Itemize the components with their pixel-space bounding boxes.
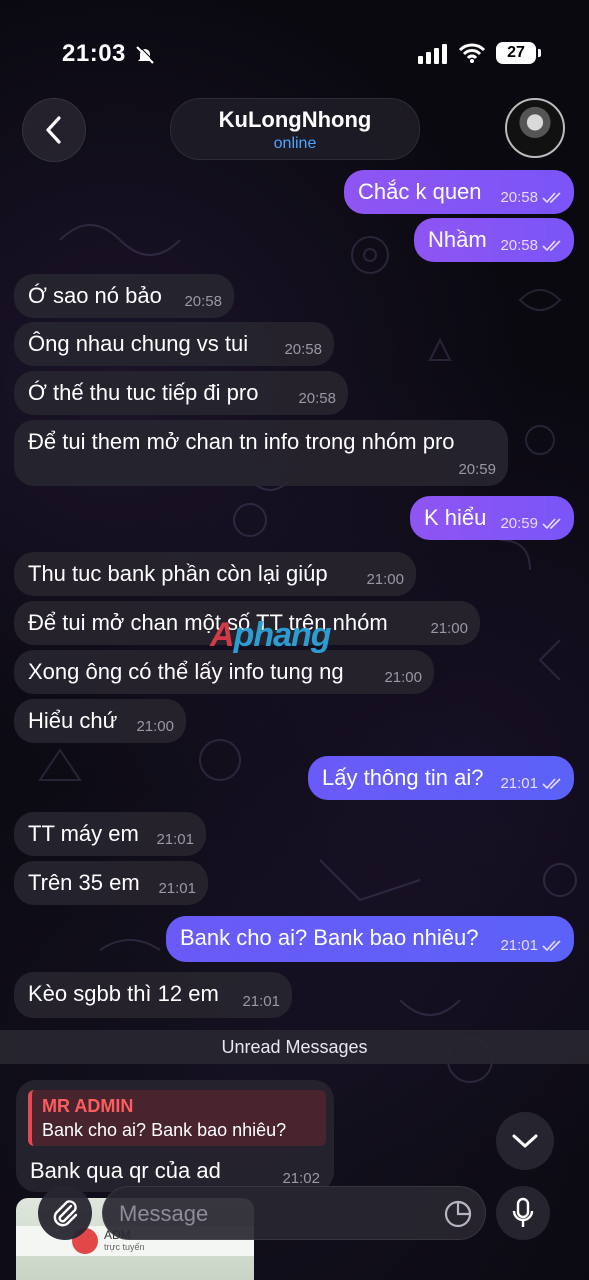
message-time: 21:02 [282, 1170, 320, 1187]
paperclip-icon [53, 1200, 78, 1227]
message-text: Bank qua qr của ad [30, 1158, 221, 1183]
message-time: 21:00 [384, 669, 422, 686]
double-check-icon [542, 778, 561, 790]
double-check-icon [542, 940, 561, 952]
message-text: Ớ sao nó bảo [28, 283, 162, 308]
message-bubble[interactable]: Lấy thông tin ai? 21:01 [308, 756, 574, 800]
microphone-icon [512, 1197, 534, 1227]
signal-icon [418, 44, 447, 64]
preview-status: trực tuyến [104, 1242, 145, 1252]
message-bubble[interactable]: Kèo sgbb thì 12 em 21:01 [14, 972, 292, 1018]
message-time: 21:01 [242, 993, 280, 1010]
message-bubble[interactable]: K hiểu 20:59 [410, 496, 574, 540]
message-bubble[interactable]: Ớ thế thu tuc tiếp đi pro 20:58 [14, 371, 348, 415]
microphone-button[interactable] [496, 1186, 550, 1240]
message-bubble[interactable]: TT máy em 21:01 [14, 812, 206, 856]
message-time: 20:58 [298, 390, 336, 407]
contact-presence: online [273, 135, 317, 152]
message-time: 20:58 [500, 189, 538, 206]
message-bubble[interactable]: Ông nhau chung vs tui 20:58 [14, 322, 334, 366]
message-time: 20:59 [458, 461, 496, 478]
message-text: Lấy thông tin ai? [322, 765, 484, 790]
quote-text: Bank cho ai? Bank bao nhiêu? [42, 1120, 287, 1140]
message-time: 20:59 [500, 515, 538, 532]
message-bubble[interactable]: Ớ sao nó bảo 20:58 [14, 274, 234, 318]
attach-button[interactable] [38, 1186, 92, 1240]
message-text: Chắc k quen [358, 179, 482, 204]
status-bar: 21:03 27 [0, 0, 589, 100]
message-text: Hiểu chứ [28, 708, 118, 733]
message-text: Thu tuc bank phần còn lại giúp [28, 561, 328, 586]
message-bubble[interactable]: Để tui them mở chan tn info trong nhóm p… [14, 420, 508, 486]
message-bubble[interactable]: Nhầm 20:58 [414, 218, 574, 262]
chevron-down-icon [512, 1134, 538, 1148]
contact-name: KuLongNhong [218, 107, 372, 132]
quoted-message[interactable]: MR ADMIN Bank cho ai? Bank bao nhiêu? [28, 1090, 326, 1146]
scroll-down-button[interactable] [496, 1112, 554, 1170]
quote-author: MR ADMIN [42, 1096, 134, 1116]
sticker-icon[interactable] [443, 1199, 473, 1229]
avatar[interactable] [505, 98, 565, 158]
message-bubble[interactable]: Trên 35 em 21:01 [14, 861, 208, 905]
message-time: 21:01 [500, 937, 538, 954]
double-check-icon [542, 192, 561, 204]
message-bubble[interactable]: Thu tuc bank phần còn lại giúp 21:00 [14, 552, 416, 596]
unread-divider: Unread Messages [0, 1030, 589, 1064]
chat-title[interactable]: KuLongNhong online [170, 98, 420, 160]
message-text: K hiểu [424, 505, 487, 530]
status-time: 21:03 [62, 40, 126, 67]
battery-indicator: 27 [496, 42, 541, 64]
double-check-icon [542, 518, 561, 530]
message-text: Để tui them mở chan tn info trong nhóm p… [28, 429, 455, 454]
wifi-icon [458, 43, 486, 63]
watermark-logo: Aphang [210, 616, 332, 654]
message-bubble[interactable]: Chắc k quen 20:58 [344, 170, 574, 214]
message-input[interactable] [117, 1195, 421, 1233]
message-text: Bank cho ai? Bank bao nhiêu? [180, 925, 479, 950]
message-time: 21:00 [136, 718, 174, 735]
message-time: 20:58 [184, 293, 222, 310]
message-time: 21:00 [430, 620, 468, 637]
bell-muted-icon [136, 45, 155, 64]
message-bubble[interactable]: Hiểu chứ 21:00 [14, 699, 186, 743]
back-button[interactable] [22, 98, 86, 162]
reply-message-bubble[interactable]: MR ADMIN Bank cho ai? Bank bao nhiêu? Ba… [16, 1080, 334, 1192]
message-time: 21:01 [158, 880, 196, 897]
message-time: 21:00 [366, 571, 404, 588]
message-text: Ông nhau chung vs tui [28, 331, 249, 356]
message-bubble[interactable]: Xong ông có thể lấy info tung ng 21:00 [14, 650, 434, 694]
message-text: Kèo sgbb thì 12 em [28, 981, 219, 1006]
message-text: Để tui mở chan một số TT trên nhóm [28, 610, 388, 635]
chevron-left-icon [46, 116, 61, 144]
double-check-icon [542, 240, 561, 252]
message-time: 21:01 [156, 831, 194, 848]
message-text: TT máy em [28, 821, 139, 846]
message-time: 21:01 [500, 775, 538, 792]
message-text: Nhầm [428, 227, 487, 252]
message-text: Ớ thế thu tuc tiếp đi pro [28, 380, 259, 405]
message-bubble[interactable]: Bank cho ai? Bank bao nhiêu? 21:01 [166, 916, 574, 962]
message-input-container[interactable] [102, 1186, 486, 1240]
message-text: Xong ông có thể lấy info tung ng [28, 659, 344, 684]
message-text: Trên 35 em [28, 870, 140, 895]
message-time: 20:58 [500, 237, 538, 254]
message-time: 20:58 [284, 341, 322, 358]
